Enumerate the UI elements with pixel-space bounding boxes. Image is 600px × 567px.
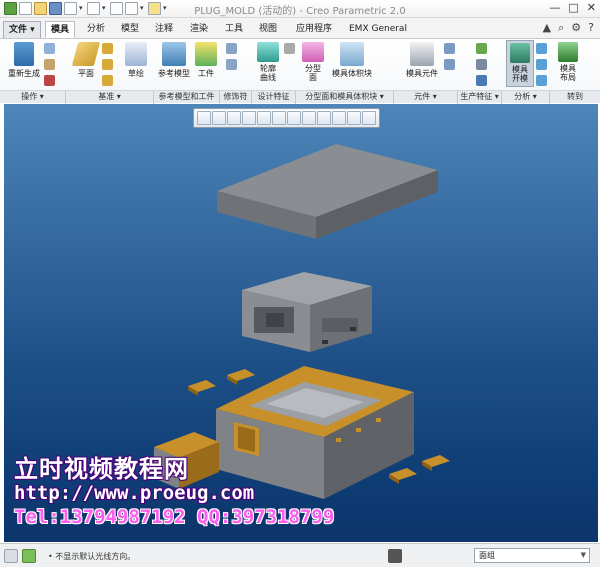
- shrinkage-icon[interactable]: [226, 43, 237, 54]
- tab-tools[interactable]: 工具: [220, 21, 248, 38]
- group-datum[interactable]: 基准 ▾: [66, 91, 154, 104]
- group-components[interactable]: 元件 ▾: [394, 91, 458, 104]
- mold-component-button[interactable]: 模具元件: [402, 42, 442, 79]
- window-controls: — □ ✕: [549, 1, 596, 14]
- workpiece-button[interactable]: 工件: [194, 42, 218, 79]
- tab-render[interactable]: 渲染: [185, 21, 213, 38]
- tab-file[interactable]: 文件 ▾: [3, 21, 41, 38]
- browser-toggle-icon[interactable]: [22, 549, 36, 563]
- silhouette-curve-icon: [257, 42, 279, 62]
- selection-filter[interactable]: 面组 ▼: [474, 548, 590, 563]
- plane-icon: [71, 42, 101, 66]
- group-modifiers: 修饰符: [220, 91, 252, 104]
- title-bar: ▾ ▾ ▾ ▾ PLUG_MOLD (活动的) - Creo Parametri…: [0, 0, 600, 18]
- axis-icon[interactable]: [102, 43, 113, 54]
- mold-volume-button[interactable]: 模具体积块: [330, 42, 374, 79]
- group-parting[interactable]: 分型面和模具体积块 ▾: [296, 91, 394, 104]
- ribbon-tabs: 文件 ▾ 模具 分析 模型 注释 渲染 工具 视图 应用程序 EMX Gener…: [0, 18, 600, 39]
- group-operations[interactable]: 操作 ▾: [0, 91, 66, 104]
- minimize-ribbon-icon[interactable]: ▲: [543, 21, 551, 35]
- workpiece-icon: [195, 42, 217, 66]
- find-icon[interactable]: [388, 549, 402, 563]
- copy-icon[interactable]: [44, 43, 55, 54]
- csys-icon[interactable]: [102, 75, 113, 86]
- settings-icon[interactable]: ⚙: [571, 21, 581, 35]
- mold-layout-button[interactable]: 模具 布局: [554, 42, 582, 82]
- sketch-icon: [125, 42, 147, 66]
- mold-open-button[interactable]: 模具 开模: [506, 40, 534, 87]
- mold-volume-icon: [340, 42, 364, 66]
- draft-check-icon[interactable]: [226, 59, 237, 70]
- model-tree-toggle-icon[interactable]: [4, 549, 18, 563]
- tab-mold[interactable]: 模具: [45, 21, 76, 38]
- point-icon[interactable]: [102, 59, 113, 70]
- reference-part: [242, 272, 372, 352]
- mold-layout-icon: [558, 42, 578, 62]
- runner-icon[interactable]: [476, 43, 487, 54]
- silhouette-curve-button[interactable]: 轮廓 曲线: [254, 42, 282, 82]
- thickness-check-icon[interactable]: [536, 59, 547, 70]
- component-option-icon[interactable]: [444, 59, 455, 70]
- window-title: PLUG_MOLD (活动的) - Creo Parametric 2.0: [194, 6, 406, 17]
- search-icon[interactable]: ⌕: [558, 21, 564, 35]
- chevron-down-icon: ▼: [580, 551, 586, 559]
- group-design-features: 设计特征: [252, 91, 296, 104]
- graphics-viewport[interactable]: 立时视频教程网 http://www.proeug.com Tel:137949…: [4, 104, 598, 542]
- cavity-layout-icon[interactable]: [444, 43, 455, 54]
- tab-model[interactable]: 模型: [116, 21, 144, 38]
- status-bar: • 不显示默认光线方向。 面组 ▼: [0, 543, 600, 567]
- top-plate: [217, 144, 438, 239]
- group-production[interactable]: 生产特征 ▾: [458, 91, 502, 104]
- mold-open-icon: [510, 43, 530, 63]
- plane-button[interactable]: 平面: [71, 42, 101, 79]
- waterline-icon[interactable]: [476, 59, 487, 70]
- minimize-icon[interactable]: —: [549, 1, 560, 14]
- tab-annotate[interactable]: 注释: [150, 21, 178, 38]
- tab-emx-general[interactable]: EMX General: [344, 21, 412, 38]
- regenerate-icon: [14, 42, 34, 66]
- delete-icon[interactable]: [44, 75, 55, 86]
- group-goto: 转到: [567, 92, 583, 101]
- projected-area-icon[interactable]: [536, 75, 547, 86]
- tab-bar-icons: ▲ ⌕ ⚙ ?: [543, 21, 594, 35]
- watermark-url: http://www.proeug.com: [14, 482, 255, 504]
- tab-view[interactable]: 视图: [254, 21, 282, 38]
- parting-surface-button[interactable]: 分型 面: [300, 42, 326, 82]
- tab-applications[interactable]: 应用程序: [291, 21, 337, 38]
- draft-analysis-icon[interactable]: [536, 43, 547, 54]
- watermark-site-name: 立时视频教程网: [14, 454, 189, 483]
- group-analysis[interactable]: 分析 ▾: [502, 91, 550, 104]
- close-icon[interactable]: ✕: [587, 1, 596, 14]
- parting-surface-icon: [302, 42, 324, 62]
- help-icon[interactable]: ?: [588, 21, 594, 35]
- tab-analysis[interactable]: 分析: [82, 21, 110, 38]
- watermark-contact: Tel:13794987192 QQ:397318799: [14, 506, 335, 528]
- group-ref-workpiece: 参考模型和工件: [154, 91, 220, 104]
- ribbon-group-labels: 操作 ▾ 基准 ▾ 参考模型和工件 修饰符 设计特征 分型面和模具体积块 ▾ 元…: [0, 90, 600, 104]
- cavity-block: [216, 366, 414, 499]
- maximize-icon[interactable]: □: [568, 1, 578, 14]
- status-message: • 不显示默认光线方向。: [48, 552, 136, 561]
- reference-model-button[interactable]: 参考模型: [156, 42, 192, 79]
- ejector-icon[interactable]: [476, 75, 487, 86]
- mold-component-icon: [410, 42, 434, 66]
- regenerate-button[interactable]: 重新生成: [6, 42, 42, 79]
- skirt-icon[interactable]: [284, 43, 295, 54]
- sketch-button[interactable]: 草绘: [122, 42, 150, 79]
- reference-model-icon: [162, 42, 186, 66]
- paste-icon[interactable]: [44, 59, 55, 70]
